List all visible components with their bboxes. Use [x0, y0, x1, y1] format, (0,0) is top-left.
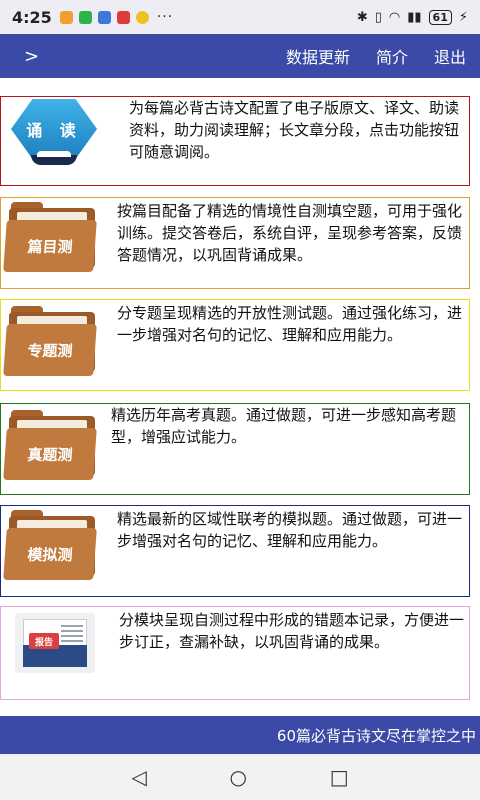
folder-label: 篇目测	[3, 220, 97, 272]
feature-card-mock-test[interactable]: 模拟测 精选最新的区域性联考的模拟题。通过做题，可进一步增强对名句的记忆、理解和…	[0, 505, 470, 597]
feature-description: 精选最新的区域性联考的模拟题。通过做题，可进一步增强对名句的记忆、理解和应用能力…	[117, 510, 463, 550]
data-update-button[interactable]: 数据更新	[286, 44, 350, 68]
bluetooth-icon: ✱	[356, 9, 368, 25]
feature-card-reading[interactable]: 诵 读 为每篇必背古诗文配置了电子版原文、译文、助读资料，助力阅读理解；长文章分…	[0, 96, 470, 186]
signal-icon: ▮▮	[407, 9, 422, 25]
reading-label: 诵 读	[11, 99, 97, 159]
notification-icon	[116, 10, 130, 24]
folder-icon[interactable]: 真题测	[3, 410, 97, 480]
back-button[interactable]: >	[24, 46, 39, 67]
nav-recents-icon[interactable]: □	[330, 765, 349, 789]
feature-card-topic-test[interactable]: 专题测 分专题呈现精选的开放性测试题。通过强化练习，进一步增强对名句的记忆、理解…	[0, 299, 470, 391]
feature-card-chapter-test[interactable]: 篇目测 按篇目配备了精选的情境性自测填空题，可用于强化训练。提交答卷后，系统自评…	[0, 197, 470, 289]
notification-icon	[78, 10, 92, 24]
notification-icon	[97, 10, 111, 24]
charging-icon: ⚡	[458, 9, 468, 25]
folder-label: 模拟测	[3, 528, 97, 580]
scrolling-banner: 60篇必背古诗文尽在掌控之中	[0, 716, 480, 754]
exit-button[interactable]: 退出	[434, 44, 466, 68]
feature-description: 分专题呈现精选的开放性测试题。通过强化练习，进一步增强对名句的记忆、理解和应用能…	[117, 304, 463, 344]
feature-description: 精选历年高考真题。通过做题，可进一步感知高考题型，增强应试能力。	[111, 406, 457, 446]
battery-icon: 61	[428, 9, 452, 25]
status-time: 4:25	[12, 7, 52, 27]
reading-icon[interactable]: 诵 读	[9, 99, 99, 175]
feature-card-report[interactable]: 报告 分模块呈现自测过程中形成的错题本记录，方便进一步订正，查漏补缺，以巩固背诵…	[0, 606, 470, 700]
app-bar: > 数据更新 简介 退出	[0, 34, 480, 78]
book-icon	[31, 151, 77, 165]
wifi-icon: ◠	[388, 9, 401, 25]
feature-description: 按篇目配备了精选的情境性自测填空题，可用于强化训练。提交答卷后，系统自评，呈现参…	[117, 202, 463, 264]
feature-description: 分模块呈现自测过程中形成的错题本记录，方便进一步订正，查漏补缺，以巩固背诵的成果…	[119, 611, 465, 651]
banner-text: 60篇必背古诗文尽在掌控之中	[276, 726, 476, 745]
report-stamp: 报告	[29, 633, 59, 649]
nav-back-icon[interactable]: ◁	[131, 765, 146, 789]
notification-icon	[135, 10, 149, 24]
top-menu: 数据更新 简介 退出	[286, 44, 466, 68]
notification-icon	[59, 10, 73, 24]
feature-card-real-exam-test[interactable]: 真题测 精选历年高考真题。通过做题，可进一步感知高考题型，增强应试能力。	[0, 403, 470, 495]
report-icon[interactable]: 报告	[15, 613, 95, 673]
folder-label: 真题测	[3, 428, 97, 480]
folder-icon[interactable]: 篇目测	[3, 202, 97, 272]
folder-icon[interactable]: 模拟测	[3, 510, 97, 580]
folder-label: 专题测	[3, 324, 97, 376]
nav-home-icon[interactable]: ○	[230, 765, 247, 789]
intro-button[interactable]: 简介	[376, 44, 408, 68]
more-notifications-icon: ···	[156, 9, 174, 25]
vibrate-icon: ▯	[374, 9, 382, 25]
feature-description: 为每篇必背古诗文配置了电子版原文、译文、助读资料，助力阅读理解；长文章分段，点击…	[129, 99, 460, 161]
system-nav-bar: ◁ ○ □	[0, 754, 480, 800]
folder-icon[interactable]: 专题测	[3, 306, 97, 376]
status-bar: 4:25 ··· ✱ ▯ ◠ ▮▮ 61 ⚡	[0, 0, 480, 34]
